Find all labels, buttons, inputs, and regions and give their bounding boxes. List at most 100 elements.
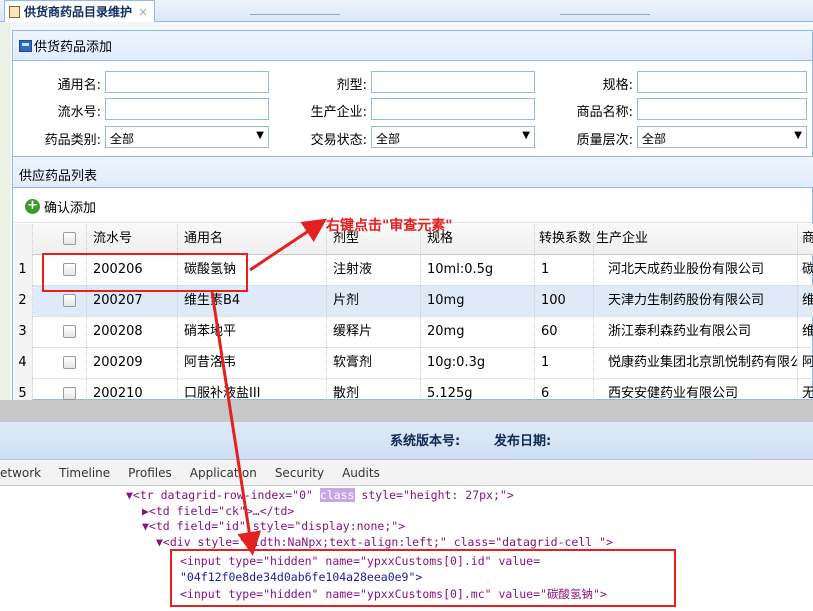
rownum-header	[13, 224, 33, 255]
category-select[interactable]: 全部 ▼	[105, 126, 269, 148]
row-checkbox[interactable]	[63, 294, 76, 307]
search-form: 通用名: 剂型: 规格: 流水号: 生产企业: 商品名称: 药品类别: 全部 ▼…	[13, 64, 813, 154]
quality-value: 全部	[642, 132, 667, 146]
devtools-tab-application[interactable]: Application	[190, 466, 257, 480]
confirm-add-button[interactable]: 确认添加	[44, 197, 96, 216]
row-number: 2	[13, 286, 33, 317]
spec-input[interactable]	[637, 71, 807, 93]
cell-form: 缓释片	[327, 317, 421, 348]
devtools-tab-security[interactable]: Security	[275, 466, 324, 480]
highlight-box-hidden-inputs	[170, 549, 676, 607]
select-all-cell	[55, 224, 87, 255]
cell-spec: 10g:0.3g	[421, 348, 535, 379]
row-checkbox[interactable]	[63, 356, 76, 369]
manufacturer-label: 生产企业:	[310, 105, 367, 120]
dropdown-arrow-icon[interactable]: ▼	[794, 130, 802, 141]
serial-input[interactable]	[105, 98, 269, 120]
devtools-tab-profiles[interactable]: Profiles	[128, 466, 172, 480]
product-name-input[interactable]	[637, 98, 807, 120]
list-title: 供应药品列表	[19, 169, 98, 184]
quality-select[interactable]: 全部 ▼	[637, 126, 807, 148]
devtools-tab-audits[interactable]: Audits	[342, 466, 380, 480]
generic-name-label: 通用名:	[57, 78, 101, 93]
cell-form: 软膏剂	[327, 348, 421, 379]
tab-supplier-catalog[interactable]: 供货商药品目录维护 ×	[4, 0, 156, 22]
cell-factor: 100	[535, 286, 594, 317]
close-icon[interactable]: ×	[138, 5, 148, 19]
row-number: 4	[13, 348, 33, 379]
cell-maker: 河北天成药业股份有限公司	[594, 255, 798, 286]
cell-name: 阿昔洛韦	[178, 348, 327, 379]
dom-node-td-id[interactable]: ▼<td field="id" style="display:none;">	[142, 519, 405, 535]
select-all-checkbox[interactable]	[63, 232, 76, 245]
highlight-box-row	[42, 253, 248, 292]
devtools-tab-network[interactable]: etwork	[0, 466, 41, 480]
dropdown-arrow-icon[interactable]: ▼	[256, 130, 264, 141]
system-footer: 系统版本号: 发布日期:	[0, 422, 813, 460]
trade-status-value: 全部	[376, 132, 401, 146]
table-row[interactable]: 3 200208 硝苯地平 缓释片 20mg 60 浙江泰利森药业有限公司 维	[13, 317, 813, 348]
hidden-field-edge	[250, 14, 340, 22]
save-icon	[19, 39, 32, 52]
devtools-tab-timeline[interactable]: Timeline	[59, 466, 110, 480]
dom-node-tr[interactable]: ▼<tr datagrid-row-index="0" class style=…	[126, 488, 514, 504]
row-check-cell	[55, 317, 87, 348]
cell-form: 片剂	[327, 286, 421, 317]
col-header-name[interactable]: 通用名	[178, 224, 327, 255]
row-check-cell	[55, 348, 87, 379]
panel-header: 供货药品添加	[13, 31, 812, 61]
cell-spec: 10ml:0.5g	[421, 255, 535, 286]
cell-spec: 10mg	[421, 286, 535, 317]
dom-node-tr-text: ▼<tr datagrid-row-index="0"	[126, 488, 320, 502]
generic-name-input[interactable]	[105, 71, 269, 93]
cell-serial: 200208	[87, 317, 178, 348]
cell-factor: 60	[535, 317, 594, 348]
tab-title: 供货商药品目录维护	[24, 5, 133, 19]
quality-label: 质量层次:	[576, 133, 633, 148]
table-row[interactable]: 4 200209 阿昔洛韦 软膏剂 10g:0.3g 1 悦康药业集团北京凯悦制…	[13, 348, 813, 379]
cell-maker: 浙江泰利森药业有限公司	[594, 317, 798, 348]
cell-factor: 1	[535, 255, 594, 286]
row-number: 1	[13, 255, 33, 286]
cell-brand: 碳	[802, 262, 813, 277]
manufacturer-input[interactable]	[371, 98, 535, 120]
col-header-maker[interactable]: 生产企业	[594, 224, 798, 255]
cell-name: 硝苯地平	[178, 317, 327, 348]
col-header-factor[interactable]: 转换系数	[535, 224, 594, 255]
row-checkbox[interactable]	[63, 387, 76, 400]
serial-label: 流水号:	[57, 105, 101, 120]
dosage-form-input[interactable]	[371, 71, 535, 93]
dom-attr-class: class	[319, 488, 355, 502]
dom-node-td-ck[interactable]: ▶<td field="ck">…</td>	[142, 504, 294, 520]
col-header-serial[interactable]: 流水号	[87, 224, 178, 255]
cell-form: 注射液	[327, 255, 421, 286]
version-label: 系统版本号:	[390, 434, 461, 449]
list-header: 供应药品列表	[13, 156, 813, 188]
spec-label: 规格:	[602, 78, 633, 93]
panel-title: 供货药品添加	[34, 40, 113, 55]
cell-serial: 200209	[87, 348, 178, 379]
cell-brand: 阿	[802, 355, 813, 370]
dropdown-arrow-icon[interactable]: ▼	[522, 130, 530, 141]
annotation-text: 右键点击"审查元素"	[326, 218, 453, 234]
add-icon[interactable]: +	[25, 199, 40, 214]
category-label: 药品类别:	[44, 133, 101, 148]
cell-maker: 天津力生制药股份有限公司	[594, 286, 798, 317]
dom-node-tr-style: style="height: 27px;">	[354, 488, 514, 502]
row-checkbox[interactable]	[63, 325, 76, 338]
cell-factor: 1	[535, 348, 594, 379]
horizontal-scrollbar[interactable]	[0, 400, 813, 422]
trade-status-label: 交易状态:	[310, 133, 367, 148]
product-name-label: 商品名称:	[576, 105, 633, 120]
category-value: 全部	[110, 132, 135, 146]
dosage-form-label: 剂型:	[336, 78, 367, 93]
document-icon	[9, 5, 20, 18]
cell-brand: 维	[802, 324, 813, 339]
col-header-brand[interactable]: 商	[798, 224, 813, 255]
devtools-tab-bar: etwork Timeline Profiles Application Sec…	[0, 460, 813, 486]
cell-brand: 维	[802, 293, 813, 308]
hidden-field-edge	[560, 14, 650, 22]
trade-status-select[interactable]: 全部 ▼	[371, 126, 535, 148]
cell-spec: 20mg	[421, 317, 535, 348]
cell-maker: 悦康药业集团北京凯悦制药有限公司	[594, 348, 798, 379]
